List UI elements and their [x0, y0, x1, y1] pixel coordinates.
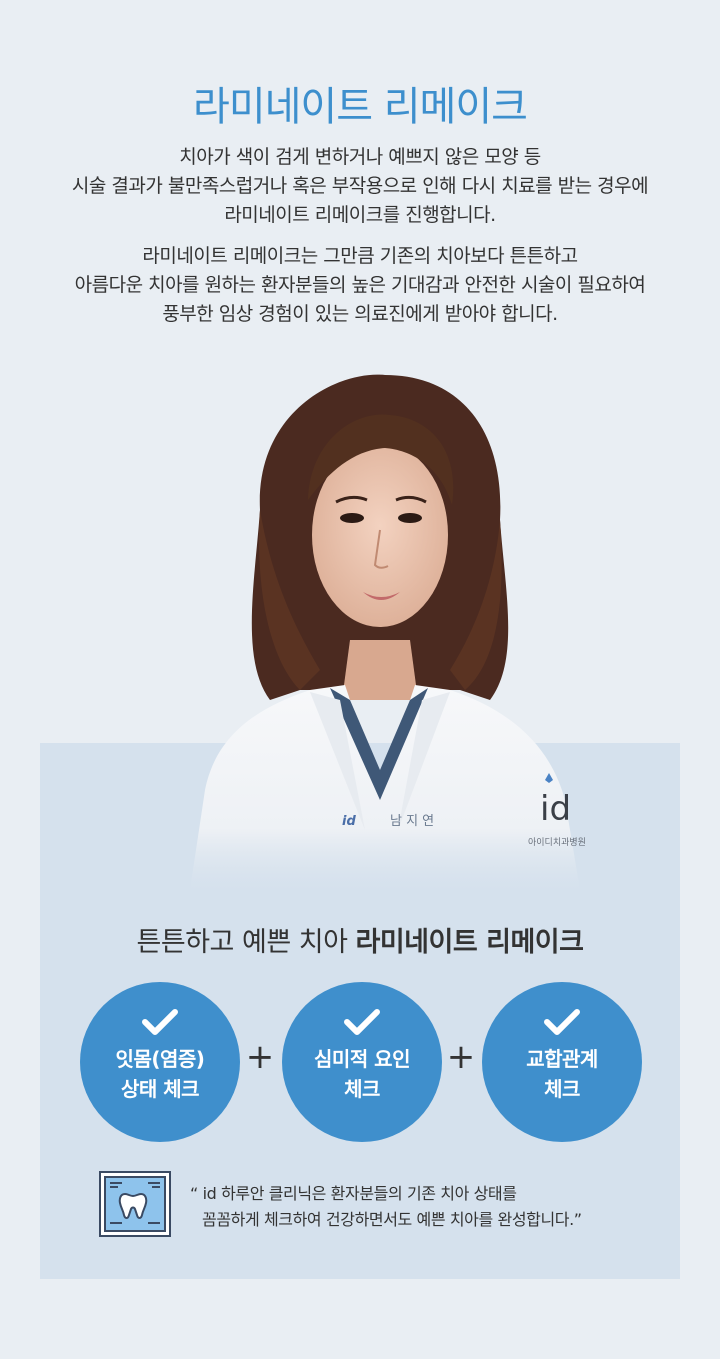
check-label: 교합관계 체크 — [482, 1044, 642, 1104]
sleeve-hospital-name: 아이디치과병원 — [528, 836, 586, 848]
plus-sign: + — [446, 1037, 476, 1077]
check-label-line: 교합관계 — [526, 1047, 598, 1071]
checks-heading-strong: 라미네이트 리메이크 — [355, 927, 584, 958]
check-circle-occlusion: 교합관계 체크 — [482, 982, 642, 1142]
intro-text: 치아가 색이 검게 변하거나 예쁘지 않은 모양 등 시술 결과가 불만족스럽거… — [0, 143, 720, 341]
check-circle-aesthetic: 심미적 요인 체크 — [282, 982, 442, 1142]
quote-line: “ id 하루안 클리닉은 환자분들의 기존 치아 상태를 — [190, 1184, 517, 1203]
check-icon — [544, 1009, 580, 1035]
check-label-line: 심미적 요인 — [314, 1047, 410, 1071]
checks-heading-normal: 튼튼하고 예쁜 치아 — [136, 927, 356, 958]
badge-name: 남 지 연 — [390, 814, 434, 829]
intro-paragraph-1: 치아가 색이 검게 변하거나 예쁘지 않은 모양 등 시술 결과가 불만족스럽거… — [0, 143, 720, 230]
sleeve-logo: id — [540, 789, 571, 829]
intro-line: 라미네이트 리메이크를 진행합니다. — [224, 204, 496, 226]
check-label-line: 상태 체크 — [120, 1077, 200, 1101]
badge-logo: id — [342, 814, 356, 829]
check-icon — [142, 1009, 178, 1035]
page-title: 라미네이트 리메이크 — [193, 84, 528, 130]
doctor-portrait: id 남 지 연 id 아이디치과병원 — [190, 374, 586, 890]
intro-line: 아름다운 치아를 원하는 환자분들의 높은 기대감과 안전한 시술이 필요하여 — [74, 274, 646, 296]
check-label: 잇몸(염증) 상태 체크 — [80, 1044, 240, 1104]
tooth-xray-icon — [99, 1171, 171, 1237]
quote-line: 꼼꼼하게 체크하여 건강하면서도 예쁜 치아를 완성합니다.” — [202, 1210, 582, 1229]
check-label-line: 체크 — [544, 1077, 580, 1101]
check-label-line: 잇몸(염증) — [115, 1047, 205, 1071]
check-circle-gum: 잇몸(염증) 상태 체크 — [80, 982, 240, 1142]
intro-line: 시술 결과가 불만족스럽거나 혹은 부작용으로 인해 다시 치료를 받는 경우에 — [71, 175, 649, 197]
check-icon — [344, 1009, 380, 1035]
intro-line: 풍부한 임상 경험이 있는 의료진에게 받아야 합니다. — [162, 303, 558, 325]
intro-line: 치아가 색이 검게 변하거나 예쁘지 않은 모양 등 — [179, 146, 541, 168]
quote-text: “ id 하루안 클리닉은 환자분들의 기존 치아 상태를 꼼꼼하게 체크하여 … — [190, 1181, 660, 1233]
intro-line: 라미네이트 리메이크는 그만큼 기존의 치아보다 튼튼하고 — [142, 245, 578, 267]
check-label: 심미적 요인 체크 — [282, 1044, 442, 1104]
plus-sign: + — [245, 1037, 275, 1077]
intro-paragraph-2: 라미네이트 리메이크는 그만큼 기존의 치아보다 튼튼하고 아름다운 치아를 원… — [0, 242, 720, 329]
check-label-line: 체크 — [344, 1077, 380, 1101]
checks-heading: 튼튼하고 예쁜 치아 라미네이트 리메이크 — [0, 920, 720, 959]
